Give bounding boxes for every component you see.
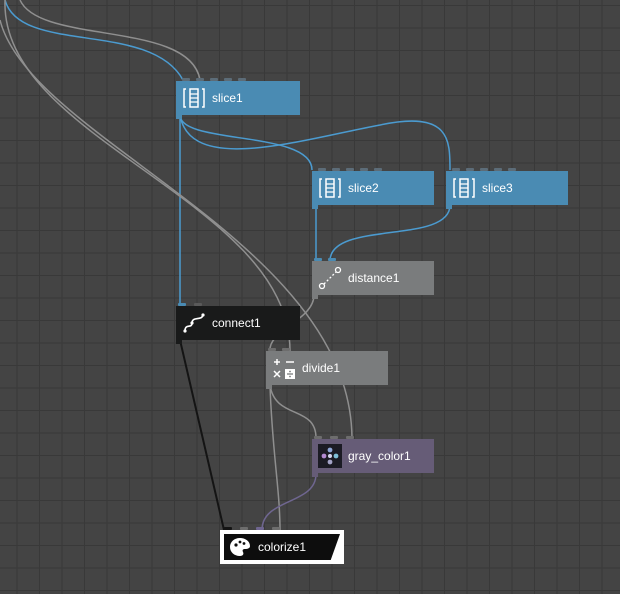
wire-gray-color1-to-colorize1 — [261, 473, 317, 531]
connection-wires — [0, 0, 451, 531]
wire-connect1-to-colorize1 — [179, 339, 225, 531]
wire-slice3-to-distance1 — [329, 204, 451, 262]
wire-slice1-to-slice3 — [179, 114, 451, 171]
node-slice2[interactable]: slice2 — [312, 168, 434, 209]
node-distance1[interactable]: distance1 — [312, 258, 434, 299]
slice-icon — [318, 176, 342, 200]
node-graph-canvas[interactable]: slice1 slice2 slice3 distance1 connect1 … — [0, 0, 620, 594]
connect-icon — [182, 311, 206, 335]
node-label: slice3 — [482, 181, 513, 195]
node-slice1[interactable]: slice1 — [176, 78, 300, 119]
node-gray-color1[interactable]: gray_color1 — [312, 436, 434, 477]
wire-divide1-to-gray-color1 — [269, 384, 317, 439]
node-slice3[interactable]: slice3 — [446, 168, 568, 209]
node-label: gray_color1 — [348, 449, 411, 463]
node-label: colorize1 — [258, 540, 307, 554]
colorize-icon — [228, 535, 252, 559]
node-label: slice1 — [212, 91, 243, 105]
divide-icon — [272, 356, 296, 380]
node-colorize1[interactable]: colorize1 — [220, 527, 344, 564]
node-label: divide1 — [302, 361, 341, 375]
wire-input-to-slice1 — [4, 0, 184, 81]
node-label: distance1 — [348, 271, 400, 285]
color-dots-icon — [318, 444, 342, 468]
slice-icon — [182, 86, 206, 110]
wire-input-to-divide1 — [4, 0, 291, 352]
slice-icon — [452, 176, 476, 200]
node-label: connect1 — [212, 316, 261, 330]
node-divide1[interactable]: divide1 — [266, 348, 388, 389]
distance-icon — [318, 266, 342, 290]
node-connect1[interactable]: connect1 — [176, 303, 300, 344]
node-label: slice2 — [348, 181, 379, 195]
